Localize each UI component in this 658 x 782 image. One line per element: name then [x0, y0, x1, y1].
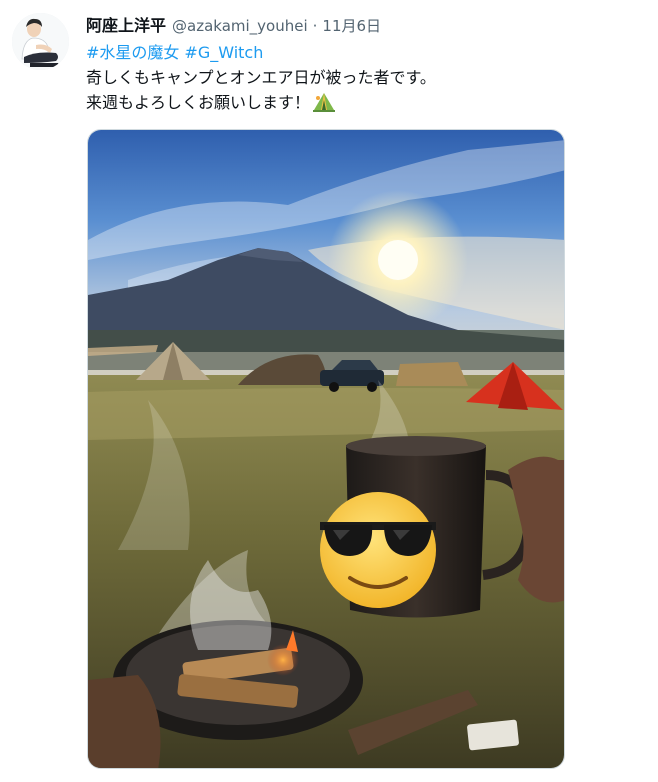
- tweet-text-line: 奇しくもキャンプとオンエア日が被った者です。: [86, 68, 436, 87]
- tweet-header: 阿座上洋平 @azakami_youhei · 11月6日: [86, 12, 381, 36]
- tweet-timestamp[interactable]: 11月6日: [322, 15, 381, 36]
- hashtag-link[interactable]: #G_Witch: [184, 43, 263, 62]
- camping-tent-emoji-icon: [313, 92, 336, 119]
- tweet-card[interactable]: 阿座上洋平 @azakami_youhei · 11月6日 #水星の魔女 #G_W…: [0, 0, 658, 782]
- sunglasses-face-emoji: [320, 492, 436, 608]
- tweet-photo[interactable]: [87, 129, 565, 769]
- header-separator: ·: [312, 17, 318, 35]
- hashtag-line: #水星の魔女 #G_Witch: [86, 40, 646, 65]
- tweet-text-line: 来週もよろしくお願いします！: [86, 93, 311, 112]
- hashtag-link[interactable]: #水星の魔女: [86, 43, 179, 62]
- person-sitting-avatar-icon: [12, 13, 69, 70]
- tweet-text-line-with-emoji: 来週もよろしくお願いします！: [86, 90, 646, 119]
- tweet-text: #水星の魔女 #G_Witch 奇しくもキャンプとオンエア日が被った者です。 来週…: [86, 40, 646, 119]
- camping-scene-photo: [88, 130, 564, 768]
- author-display-name[interactable]: 阿座上洋平: [86, 12, 166, 36]
- author-handle[interactable]: @azakami_youhei: [172, 17, 308, 35]
- author-avatar[interactable]: [12, 13, 69, 70]
